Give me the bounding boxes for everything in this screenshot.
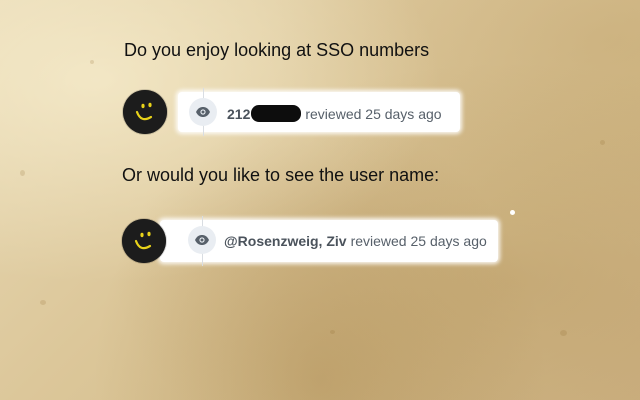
paper-fleck: [510, 210, 515, 215]
smiley-icon: [122, 219, 166, 263]
review-event-text: 212 reviewed 25 days ago: [227, 105, 442, 122]
caption-sso-question: Do you enjoy looking at SSO numbers: [124, 40, 430, 60]
review-action-text: reviewed 25 days ago: [305, 105, 442, 122]
eye-icon: [195, 235, 209, 245]
author-link-sso[interactable]: 212: [227, 106, 250, 122]
eye-icon: [196, 107, 210, 117]
user-avatar[interactable]: [122, 219, 166, 263]
review-action-text: reviewed 25 days ago: [350, 233, 487, 249]
review-event-badge: [189, 98, 217, 126]
review-event-text: @Rosenzweig, Ziv reviewed 25 days ago: [224, 233, 487, 249]
redaction-bar: [251, 105, 302, 122]
review-event-badge: [188, 226, 216, 254]
user-avatar[interactable]: [123, 90, 167, 134]
caption-username-question: Or would you like to see the user name:: [122, 165, 440, 185]
author-link-username[interactable]: @Rosenzweig, Ziv: [224, 233, 347, 249]
smiley-icon: [123, 90, 167, 134]
